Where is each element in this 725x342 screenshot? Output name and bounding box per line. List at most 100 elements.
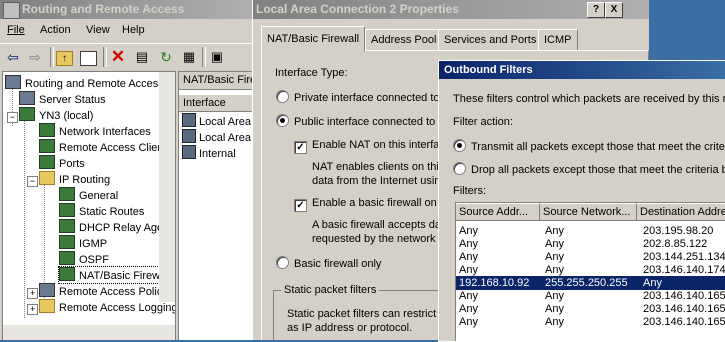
toolbar-separator: [202, 47, 206, 67]
forward-arrow-icon[interactable]: ⇨: [26, 48, 44, 66]
tree-item[interactable]: Routing and Remote Access: [5, 75, 164, 91]
network-icon: [59, 187, 75, 201]
filter-cell: 203.146.140.174: [643, 264, 725, 276]
tree-item-label: YN3 (local): [39, 110, 94, 122]
tree-item[interactable]: OSPF: [59, 251, 109, 267]
network-icon: [59, 251, 75, 265]
close-title-button[interactable]: X: [605, 2, 623, 18]
filter-row[interactable]: Any Any 203.146.140.165: [456, 315, 725, 329]
radio-circle: [276, 114, 289, 127]
filter-row[interactable]: Any Any 203.146.140.165: [456, 289, 725, 303]
outbound-title-bar[interactable]: Outbound Filters: [439, 61, 725, 79]
filter-cell: Any: [545, 238, 564, 250]
collapse-toggle[interactable]: −: [7, 112, 18, 123]
tab-icmp[interactable]: ICMP: [538, 29, 578, 51]
menu-view[interactable]: View: [86, 24, 110, 36]
tree-item[interactable]: Ports: [39, 155, 85, 171]
menu-file[interactable]: File: [7, 24, 25, 36]
tree-item[interactable]: YN3 (local): [19, 107, 93, 123]
column-header-source-address[interactable]: Source Addr...: [456, 203, 540, 221]
filter-cell: Any: [545, 290, 564, 302]
tree-item-label: Server Status: [39, 94, 106, 106]
tree-item[interactable]: DHCP Relay Agent: [59, 219, 172, 235]
network-adapter-icon: [182, 145, 196, 159]
tab-services-and-ports[interactable]: Services and Ports: [438, 29, 543, 51]
filter-cell: Any: [459, 290, 478, 302]
delete-icon[interactable]: ✕: [109, 48, 127, 66]
filter-cell: Any: [459, 264, 478, 276]
details-pane[interactable]: NAT/Basic Firewall Interface Local Area …: [178, 71, 252, 340]
radio-circle: [453, 162, 466, 175]
properties-icon[interactable]: ▤: [133, 48, 151, 66]
tree-item[interactable]: Remote Access Policies: [39, 283, 175, 299]
filter-cell: Any: [545, 225, 564, 237]
column-header-interface[interactable]: Interface: [179, 94, 252, 112]
filter-row[interactable]: 192.168.10.92 255.255.250.255 Any: [456, 276, 725, 290]
filter-row[interactable]: Any Any 203.195.98.20: [456, 224, 725, 238]
tree-item-label: OSPF: [79, 254, 109, 266]
radio-label: Drop all packets except those that meet …: [471, 164, 725, 176]
toolbar-separator: [50, 47, 54, 67]
rras-app-icon: [3, 2, 20, 19]
server-icon: [19, 107, 35, 121]
tree-item[interactable]: IGMP: [59, 235, 107, 251]
console-tree[interactable]: Routing and Remote Access Server Status …: [2, 71, 176, 340]
filter-cell: Any: [545, 303, 564, 315]
basic-firewall-only-radio[interactable]: Basic firewall only: [276, 256, 381, 270]
filter-cell: 203.146.140.165: [643, 316, 725, 328]
expand-toggle[interactable]: +: [27, 288, 38, 299]
tree-scrollbar[interactable]: [159, 72, 175, 302]
network-adapter-icon: [182, 113, 196, 127]
filter-row[interactable]: Any Any 202.8.85.122: [456, 237, 725, 251]
filter-cell: Any: [459, 238, 478, 250]
radio-label: Basic firewall only: [294, 258, 382, 270]
tree-h-scrollbar[interactable]: [3, 325, 175, 340]
column-header-source-network[interactable]: Source Network...: [540, 203, 637, 221]
tree-item[interactable]: Network Interfaces: [39, 123, 151, 139]
export-icon[interactable]: ▦: [180, 48, 198, 66]
filter-row[interactable]: Any Any 203.146.140.165: [456, 302, 725, 316]
tree-item[interactable]: Remote Access Logging: [39, 299, 176, 315]
tree-line: [24, 118, 25, 318]
tree-item[interactable]: Server Status: [19, 91, 106, 107]
tree-item[interactable]: Remote Access Clients: [39, 139, 172, 155]
tree-item[interactable]: IP Routing: [39, 171, 110, 187]
filter-row[interactable]: Any Any 203.144.251.134: [456, 250, 725, 264]
server-icon: [19, 91, 35, 105]
menu-action[interactable]: Action: [40, 24, 71, 36]
tree-item[interactable]: Static Routes: [59, 203, 144, 219]
transmit-radio[interactable]: Transmit all packets except those that m…: [453, 139, 725, 153]
filter-cell: 203.146.140.165: [643, 290, 725, 302]
tab-nat-basic-firewall[interactable]: NAT/Basic Firewall: [261, 26, 366, 52]
tree-item[interactable]: General: [59, 187, 118, 203]
expand-toggle[interactable]: +: [27, 304, 38, 315]
back-arrow-icon[interactable]: ⇦: [4, 48, 22, 66]
enable-nat-checkbox[interactable]: ✓ Enable NAT on this interface: [294, 139, 451, 154]
up-folder-icon[interactable]: ↑: [56, 51, 73, 66]
menu-help[interactable]: Help: [122, 24, 145, 36]
filter-cell: 203.146.140.165: [643, 303, 725, 315]
checkmark-icon: ✓: [294, 199, 307, 212]
radio-label: Transmit all packets except those that m…: [471, 141, 725, 153]
filters-list[interactable]: Source Addr... Source Network... Destina…: [455, 202, 725, 341]
collapse-toggle[interactable]: −: [27, 176, 38, 187]
tree-item-selected[interactable]: NAT/Basic Firewall: [57, 266, 173, 284]
show-tree-icon[interactable]: [80, 51, 97, 66]
help-icon[interactable]: ▣: [208, 48, 226, 66]
refresh-icon[interactable]: ↻: [157, 48, 175, 66]
properties-title-bar[interactable]: Local Area Connection 2 Properties ? X: [253, 0, 649, 19]
filter-cell: 192.168.10.92: [459, 277, 530, 289]
filter-cell: 203.195.98.20: [643, 225, 714, 237]
tree-item-label: Remote Access Logging: [59, 302, 176, 314]
filter-cell: 202.8.85.122: [643, 238, 708, 250]
column-header-destination-address[interactable]: Destination Address: [637, 203, 725, 221]
list-item[interactable]: Local Area Connection 2: [182, 129, 252, 145]
filter-row[interactable]: Any Any 203.146.140.174: [456, 263, 725, 277]
drop-radio[interactable]: Drop all packets except those that meet …: [453, 162, 725, 176]
tab-address-pool[interactable]: Address Pool: [365, 29, 443, 51]
help-title-button[interactable]: ?: [587, 2, 605, 18]
list-item[interactable]: Internal: [182, 145, 236, 161]
rras-title-bar[interactable]: Routing and Remote Access: [0, 0, 252, 19]
list-item[interactable]: Local Area Connection: [182, 113, 252, 129]
network-icon: [39, 139, 55, 153]
